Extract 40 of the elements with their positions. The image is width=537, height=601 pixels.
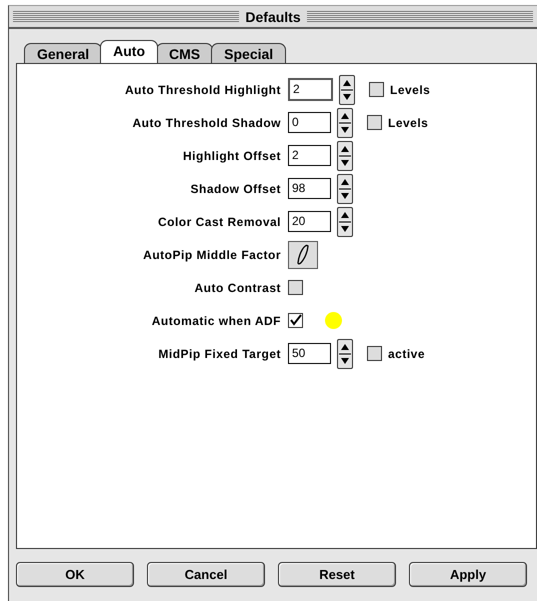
dialog-button[interactable]: Apply [409,562,527,587]
input-field[interactable]: 0 [288,112,331,133]
input-field[interactable]: 20 [288,211,331,232]
stepper[interactable] [337,108,353,138]
tab[interactable]: CMS [156,43,214,63]
field-label: MidPip Fixed Target [157,346,281,360]
input-field[interactable]: 98 [288,178,331,199]
curve-icon [295,242,311,266]
tab[interactable]: Auto [100,40,158,63]
dialog-button[interactable]: Cancel [147,562,265,587]
checkbox[interactable] [369,82,384,97]
field-label: Auto Threshold Highlight [124,82,281,96]
stepper[interactable] [337,174,353,204]
field-label: Auto Threshold Shadow [132,116,281,130]
checkbox-label: Levels [388,116,428,130]
checkbox-label: Levels [390,82,430,96]
input-field[interactable]: 2 [288,145,331,166]
field-label: Color Cast Removal [156,214,281,228]
checkbox[interactable] [288,280,303,295]
window-title: Defaults [244,8,302,24]
stepper[interactable] [337,206,353,236]
curve-button[interactable] [288,240,318,268]
stepper[interactable] [337,140,353,170]
tab[interactable]: General [24,43,102,63]
stepper[interactable] [337,338,353,368]
field-label: AutoPip Middle Factor [142,248,281,262]
checkbox-label: active [388,346,426,360]
field-label: Auto Contrast [194,280,281,294]
field-label: Highlight Offset [182,148,281,162]
field-label: Shadow Offset [189,182,281,196]
input-field[interactable]: 50 [288,343,331,364]
input-field[interactable]: 2 [288,78,333,101]
checkbox[interactable] [367,346,382,361]
dialog-button[interactable]: Reset [278,562,396,587]
checkbox[interactable] [288,313,303,328]
tab[interactable]: Special [211,43,286,63]
stepper[interactable] [339,74,355,104]
checkbox[interactable] [367,115,382,130]
field-label: Automatic when ADF [150,314,281,328]
dialog-button[interactable]: OK [16,562,134,587]
